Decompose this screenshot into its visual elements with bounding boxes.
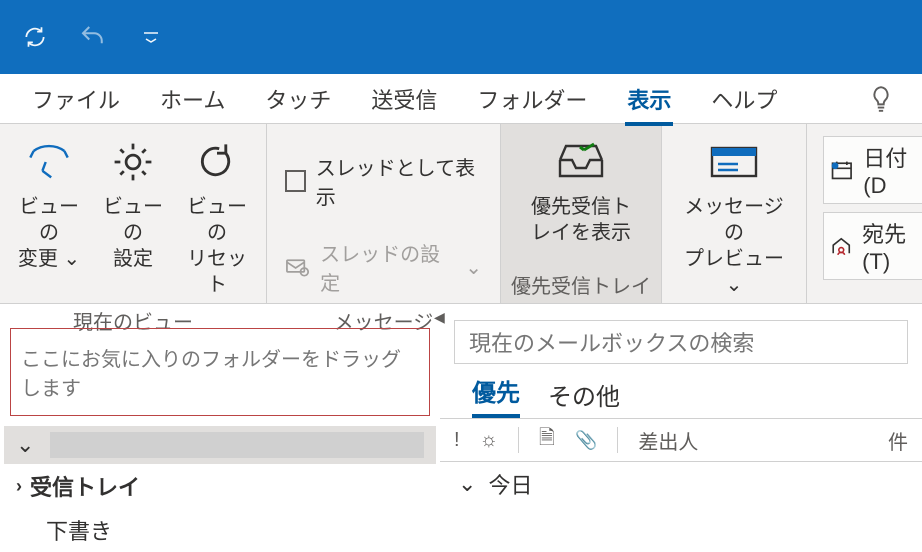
chevron-down-icon: ⌄ [16,432,34,458]
show-focused-inbox-button[interactable]: 優先受信ト レイを表示 [511,130,651,250]
change-view-button[interactable]: ビューの 変更 ⌄ [10,130,88,276]
collapse-nav-icon[interactable]: ◀ [434,309,445,326]
subject-column[interactable]: 件 [888,426,908,455]
chevron-down-icon: ⌄ [726,274,743,296]
search-placeholder: 現在のメールボックスの検索 [469,326,754,358]
view-settings-label: ビューの 設定 [98,194,168,272]
message-list-pane: 現在のメールボックスの検索 優先 その他 ! ☼ 🗎 📎 差出人 件 ⌄ 今日 [440,304,922,549]
chevron-down-icon: ⌄ [458,471,476,497]
reset-view-button[interactable]: ビューの リセット [178,130,256,302]
tab-help[interactable]: ヘルプ [691,73,797,125]
reminder-icon[interactable]: ☼ [480,429,498,452]
tell-me-icon[interactable] [852,76,910,122]
favorites-dropzone[interactable]: ここにお気に入りのフォルダーをドラッグします [10,328,430,416]
tab-focused[interactable]: 優先 [472,367,520,418]
arrange-to-label: 宛先(T) [862,217,920,275]
tab-view[interactable]: 表示 [607,73,691,125]
account-name-redacted [50,432,424,458]
chevron-down-icon: ⌄ [63,248,80,270]
date-group-today[interactable]: ⌄ 今日 [440,462,922,506]
tab-touch[interactable]: タッチ [245,73,351,125]
checkbox-icon [285,170,306,192]
message-preview-button[interactable]: メッセージの プレビュー ⌄ [672,130,796,302]
today-label: 今日 [488,468,532,500]
ribbon-tabs: ファイル ホーム タッチ 送受信 フォルダー 表示 ヘルプ [0,74,922,124]
group-current-view: ビューの 変更 ⌄ ビューの 設定 ビューの リセット 現在のビュー [0,124,267,303]
arrange-by-to[interactable]: 宛先(T) [823,212,922,280]
focused-other-tabs: 優先 その他 [440,374,922,418]
tab-home[interactable]: ホーム [140,73,245,125]
workspace: ここにお気に入りのフォルダーをドラッグします ⌄ › 受信トレイ 下書き 現在の… [0,304,922,549]
attachment-icon[interactable]: 📎 [575,430,597,451]
group-messages: スレッドとして表示 スレッドの設定 ⌄ メッセージ [267,124,501,303]
customize-qat-dropdown[interactable] [134,20,168,54]
from-column[interactable]: 差出人 [638,426,868,455]
tab-file[interactable]: ファイル [12,73,140,125]
quick-access-toolbar [0,0,922,74]
folder-nav: ここにお気に入りのフォルダーをドラッグします ⌄ › 受信トレイ 下書き [0,304,440,549]
tab-sendreceive[interactable]: 送受信 [351,73,457,125]
calendar-icon [830,157,855,183]
nav-inbox-label: 受信トレイ [30,470,140,502]
tab-folder[interactable]: フォルダー [457,73,607,125]
message-preview-label: メッセージの プレビュー [684,196,784,270]
sync-icon[interactable] [18,20,52,54]
group-label-focused: 優先受信トレイ [511,266,651,301]
group-focused-inbox: 優先受信ト レイを表示 優先受信トレイ [501,124,662,303]
show-as-thread-checkbox[interactable]: スレッドとして表示 [277,146,490,216]
nav-inbox[interactable]: › 受信トレイ [4,464,436,508]
house-person-icon [830,233,854,259]
show-focused-label: 優先受信ト レイを表示 [531,194,631,246]
ribbon-body: ビューの 変更 ⌄ ビューの 設定 ビューの リセット 現在のビュー スレッドと… [0,124,922,304]
thread-settings-label: スレッドの設定 [320,238,455,296]
account-row[interactable]: ⌄ [4,426,436,464]
message-list-header: ! ☼ 🗎 📎 差出人 件 [440,418,922,462]
thread-settings-icon [285,256,310,278]
group-preview: メッセージの プレビュー ⌄ [662,124,807,303]
chevron-down-icon: ⌄ [465,255,482,280]
document-icon[interactable]: 🗎 [539,423,555,457]
undo-icon [76,20,110,54]
arrange-date-label: 日付(D [863,141,920,199]
nav-drafts[interactable]: 下書き [4,508,436,552]
importance-icon[interactable]: ! [454,429,460,452]
reset-view-label: ビューの リセット [182,194,252,298]
nav-drafts-label: 下書き [46,514,112,546]
show-as-thread-label: スレッドとして表示 [316,152,482,210]
arrange-by-date[interactable]: 日付(D [823,136,922,204]
thread-settings-button: スレッドの設定 ⌄ [277,232,490,302]
search-input[interactable]: 現在のメールボックスの検索 [454,320,908,364]
chevron-right-icon: › [16,476,22,497]
view-settings-button[interactable]: ビューの 設定 [94,130,172,276]
tab-other[interactable]: その他 [548,371,620,418]
group-arrangement: 日付(D 宛先(T) [807,124,922,303]
